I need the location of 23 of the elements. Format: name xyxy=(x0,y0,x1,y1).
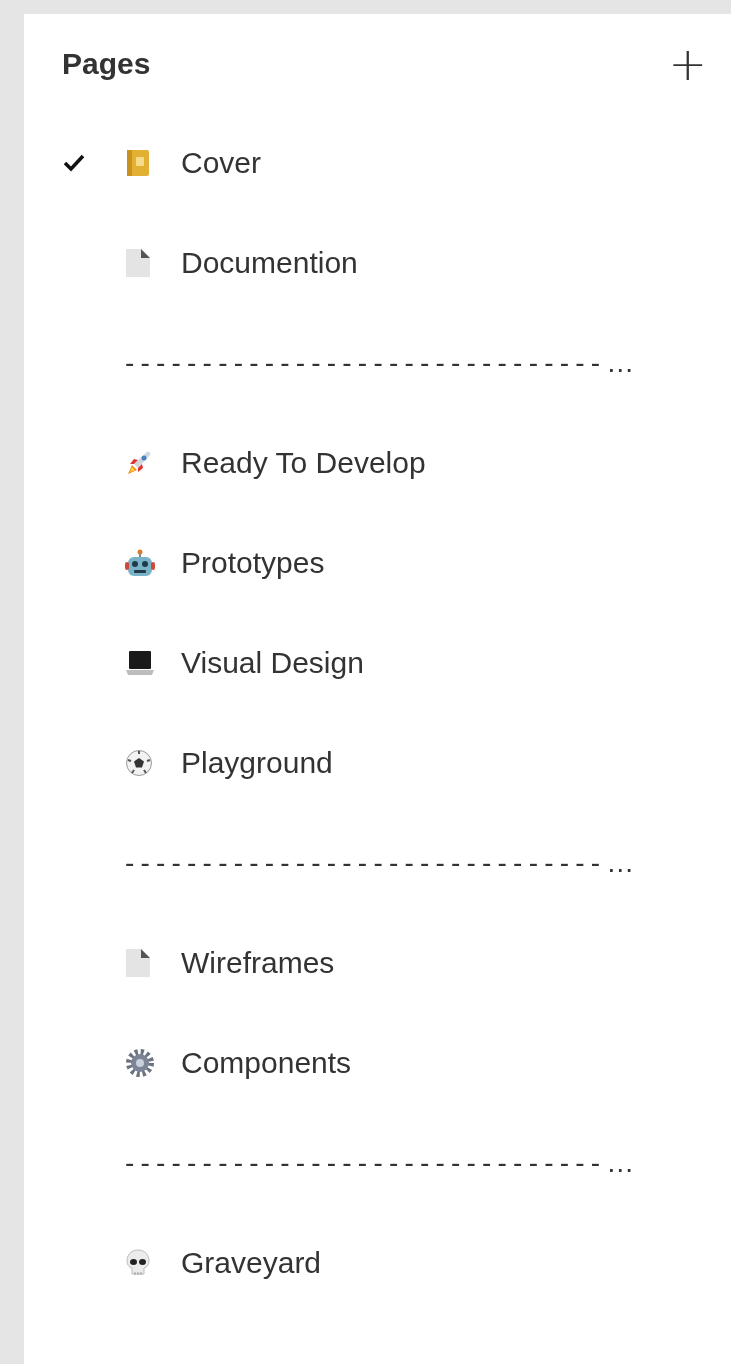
laptop-icon xyxy=(125,649,155,677)
robot-icon xyxy=(125,549,155,577)
page-item[interactable]: Playground xyxy=(181,746,333,780)
add-page-button[interactable]: + xyxy=(668,44,707,84)
separator-item[interactable]: -------------------------------… xyxy=(125,847,641,879)
page-item[interactable]: Visual Design xyxy=(181,646,364,680)
page-item[interactable]: Graveyard xyxy=(181,1246,322,1280)
separator-item[interactable]: -------------------------------… xyxy=(125,347,641,379)
soccer-ball-icon xyxy=(125,749,153,777)
page-item[interactable]: Wireframes xyxy=(181,946,335,980)
book-icon xyxy=(125,149,151,177)
skull-icon xyxy=(125,1249,151,1277)
document-icon xyxy=(125,948,151,978)
page-item[interactable]: Documention xyxy=(181,246,358,280)
page-item[interactable]: Cover xyxy=(181,146,262,180)
page-item[interactable]: Ready To Develop xyxy=(181,446,426,480)
rocket-icon xyxy=(125,449,153,477)
document-icon xyxy=(125,248,151,278)
gear-icon xyxy=(125,1048,155,1078)
panel-title: Pages xyxy=(62,47,151,81)
page-item[interactable]: Components xyxy=(181,1046,352,1080)
separator-item[interactable]: -------------------------------… xyxy=(125,1147,641,1179)
page-item[interactable]: Prototypes xyxy=(181,546,325,580)
